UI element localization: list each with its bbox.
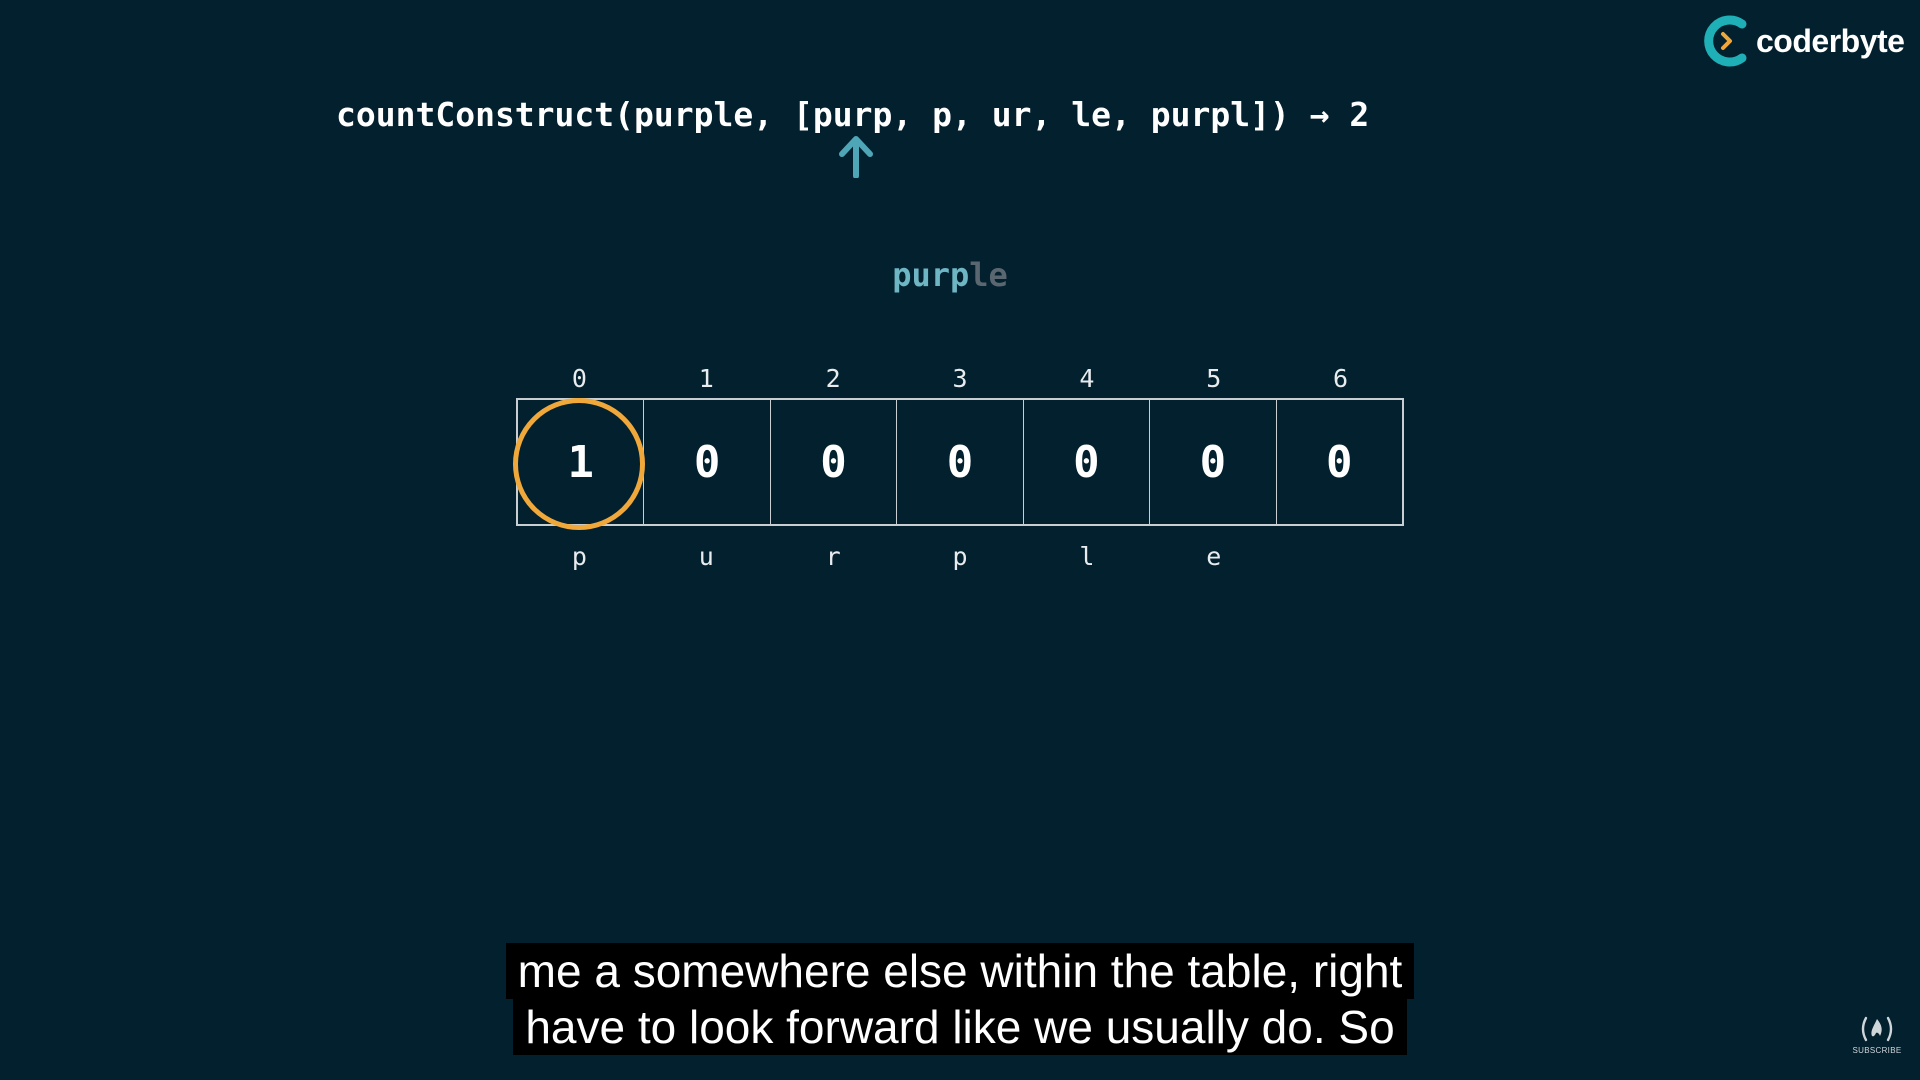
table-index: 1 (698, 364, 714, 393)
target-char: l (1079, 542, 1095, 571)
table-char-row: p u r p l e (516, 540, 1404, 574)
table-cell: 0 (1325, 436, 1353, 488)
word-bank-item: purpl (1150, 95, 1251, 134)
target-char (1277, 540, 1404, 574)
table-index-row: 0 1 2 3 4 5 6 (516, 362, 1404, 396)
table-cell: 0 (897, 400, 1024, 524)
target-progress: purple (0, 250, 1900, 300)
table-cell: 1 (518, 400, 645, 524)
target-argument: purple (634, 95, 754, 134)
word-bank-item: purp (812, 95, 893, 134)
target-char: p (571, 542, 587, 571)
table-index: 0 (571, 364, 587, 393)
target-char: p (952, 542, 968, 571)
separator: , [ (753, 95, 813, 134)
table-cell: 0 (1024, 400, 1151, 524)
matched-prefix: purp (892, 256, 970, 294)
word-bank-item: p (932, 95, 952, 134)
subtitles: me a somewhere else within the table, ri… (0, 943, 1920, 1055)
table-cell: 0 (1150, 400, 1277, 524)
subtitle-line: me a somewhere else within the table, ri… (505, 943, 1415, 999)
function-call: countConstruct(purple, [purp, p, ur, le,… (336, 95, 1370, 134)
video-frame: coderbyte countConstruct(purple, [purp, … (0, 0, 1920, 1080)
close-bracket: ]) (1250, 95, 1310, 134)
freecodecamp-flame-icon (1861, 1016, 1893, 1042)
table-index: 5 (1206, 364, 1222, 393)
subscribe-label: SUBSCRIBE (1852, 1046, 1902, 1055)
subscribe-button[interactable]: SUBSCRIBE (1852, 1014, 1902, 1068)
table-index: 4 (1079, 364, 1095, 393)
function-name: countConstruct (336, 95, 615, 134)
dp-table: 1 0 0 0 0 0 0 (516, 398, 1404, 526)
target-char: r (825, 542, 841, 571)
arrow-right-glyph: → (1309, 95, 1330, 134)
table-cell: 0 (771, 400, 898, 524)
target-char: e (1206, 542, 1222, 571)
table-index: 2 (825, 364, 841, 393)
call-result: 2 (1349, 95, 1370, 134)
table-index: 6 (1333, 364, 1349, 393)
remaining-suffix: le (969, 256, 1008, 294)
table-index: 3 (952, 364, 968, 393)
up-arrow-icon (839, 136, 873, 178)
coderbyte-logo-icon (1704, 15, 1747, 67)
subtitle-line: have to look forward like we usually do.… (513, 999, 1407, 1055)
coderbyte-logo: coderbyte (1700, 12, 1905, 70)
word-bank-item: ur (991, 95, 1032, 134)
target-char: u (698, 542, 714, 571)
open-paren: ( (614, 95, 635, 134)
word-bank-item: le (1071, 95, 1111, 134)
brand-name: coderbyte (1756, 22, 1905, 59)
table-cell: 0 (644, 400, 771, 524)
